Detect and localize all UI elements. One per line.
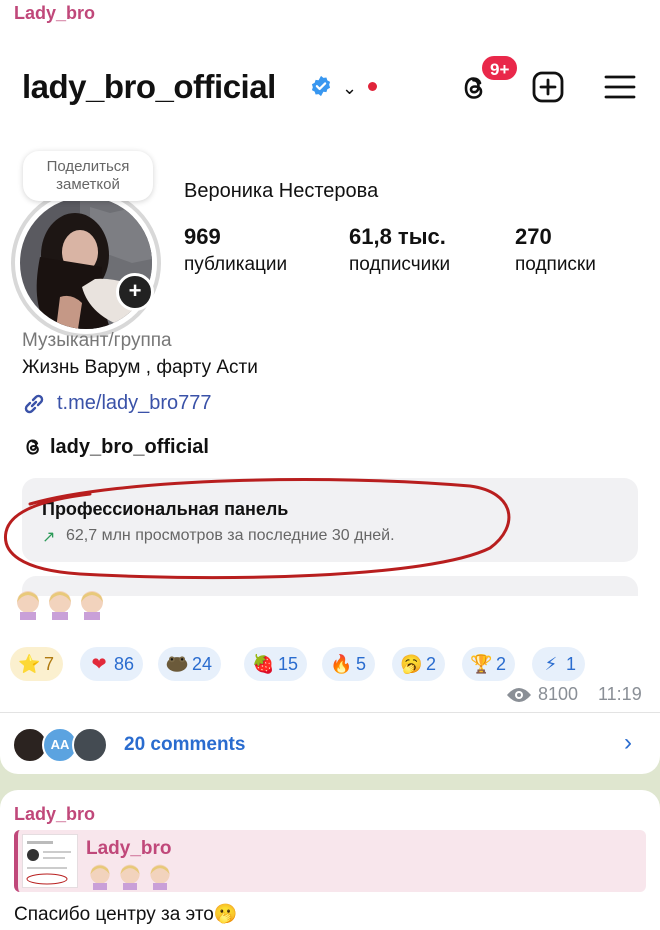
fire-icon: 🔥	[330, 654, 353, 674]
create-post-icon	[532, 71, 564, 103]
yawn-icon: 🥱	[400, 654, 423, 674]
trophy-icon: 🏆	[470, 654, 493, 674]
message-text: Спасибо центру за это🫢	[14, 904, 238, 925]
strawberry-icon: 🍓	[252, 654, 275, 674]
reaction-heart[interactable]: ❤ 86	[80, 647, 144, 681]
reply-author: Lady_bro	[86, 838, 172, 859]
add-story-button: +	[116, 273, 154, 311]
profile-full-name: Вероника Нестерова	[184, 180, 379, 202]
reaction-yawn[interactable]: 🥱 2	[392, 647, 446, 681]
profile-bio: Жизнь Варум , фарту Асти	[22, 357, 258, 378]
chevron-right-icon[interactable]: ›	[624, 729, 632, 757]
reaction-trophy[interactable]: 🏆 2	[462, 647, 516, 681]
notification-dot	[368, 82, 377, 91]
channel-post-card: Lady_bro lady_bro_official ⌄ 9+ + Подели…	[0, 0, 660, 774]
heart-icon: ❤	[91, 654, 107, 674]
threads-handle: lady_bro_official	[50, 436, 209, 458]
posts-label: публикации	[184, 254, 288, 275]
followers-count: 61,8 тыс.	[349, 224, 446, 249]
link-icon	[24, 394, 44, 414]
posts-count: 969	[184, 224, 221, 249]
custom-baby-emoji	[120, 864, 140, 890]
custom-baby-emoji	[90, 864, 110, 890]
reaction-fire[interactable]: 🔥 5	[322, 647, 376, 681]
eye-icon	[507, 688, 531, 702]
reaction-star[interactable]: ⭐ 7	[10, 647, 64, 681]
reaction-lightning[interactable]: ⚡ 1	[532, 647, 586, 681]
ig-username: lady_bro_official	[22, 68, 276, 105]
custom-baby-emoji	[17, 591, 39, 620]
toad-icon	[166, 656, 188, 672]
custom-baby-emoji	[49, 591, 71, 620]
view-count: 8100	[538, 684, 579, 704]
comments-link[interactable]: 20 comments	[124, 734, 245, 756]
notification-count-badge: 9+	[480, 54, 520, 82]
hamburger-menu-icon	[604, 75, 636, 99]
custom-baby-emoji	[150, 864, 170, 890]
message-author[interactable]: Lady_bro	[14, 804, 95, 825]
followers-label: подписчики	[349, 254, 451, 275]
commenter-avatar	[72, 727, 108, 763]
post-time: 11:19	[598, 684, 642, 704]
reply-thumbnail	[22, 834, 78, 888]
star-icon: ⭐	[18, 654, 41, 674]
divider	[0, 712, 660, 713]
profile-link: t.me/lady_bro777	[57, 392, 212, 414]
reaction-toad[interactable]: 24	[158, 647, 222, 681]
following-label: подписки	[515, 254, 596, 275]
reaction-strawberry[interactable]: 🍓 15	[244, 647, 308, 681]
custom-baby-emoji	[81, 591, 103, 620]
red-marker-circle	[3, 478, 511, 580]
verified-badge-icon	[311, 75, 331, 97]
note-bubble: Поделиться заметкой	[23, 151, 153, 201]
following-count: 270	[515, 224, 552, 249]
profile-category: Музыкант/группа	[22, 330, 172, 351]
threads-small-icon	[26, 439, 39, 455]
chevron-down-icon: ⌄	[342, 78, 358, 98]
lightning-icon: ⚡	[544, 654, 558, 674]
post-author[interactable]: Lady_bro	[14, 3, 95, 24]
